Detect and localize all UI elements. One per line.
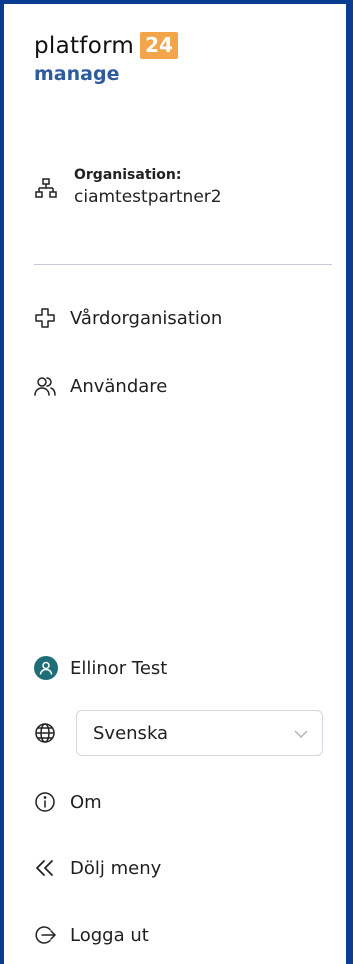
cross-outline-icon (34, 307, 56, 329)
nav-item-anvandare[interactable]: Användare (34, 375, 167, 397)
logo-wordmark: platform (34, 32, 135, 59)
hide-menu-label: Dölj meny (70, 857, 162, 879)
language-select[interactable]: Svenska (76, 710, 323, 756)
info-icon (34, 791, 56, 813)
logout-icon (34, 924, 56, 946)
globe-icon (34, 722, 56, 744)
avatar (34, 656, 58, 680)
user-profile[interactable]: Ellinor Test (34, 656, 167, 680)
logout-button[interactable]: Logga ut (34, 924, 149, 946)
user-icon (39, 661, 53, 675)
organisation-name: ciamtestpartner2 (74, 187, 222, 207)
language-globe (34, 722, 56, 744)
divider (34, 264, 332, 265)
users-icon (34, 375, 56, 397)
organisation-info: Organisation: ciamtestpartner2 (34, 167, 222, 207)
nav-item-vardorganisation[interactable]: Vårdorganisation (34, 307, 222, 329)
sidebar: platform 24 manage Organisation: ciamtes… (0, 0, 353, 964)
organisation-label: Organisation: (74, 167, 182, 183)
user-name: Ellinor Test (70, 657, 168, 679)
nav-item-label: Användare (70, 375, 168, 397)
hide-menu-button[interactable]: Dölj meny (34, 857, 161, 879)
nav-item-label: Vårdorganisation (70, 307, 223, 329)
org-tree-icon (34, 177, 58, 207)
logo-subtitle: manage (34, 63, 120, 85)
logout-label: Logga ut (70, 924, 149, 946)
about-label: Om (70, 791, 102, 813)
app-logo[interactable]: platform 24 manage (34, 32, 178, 85)
about-link[interactable]: Om (34, 791, 102, 813)
logo-badge: 24 (140, 32, 178, 59)
language-selected: Svenska (93, 722, 169, 744)
chevron-down-icon (294, 724, 308, 743)
double-chevron-left-icon (34, 857, 56, 879)
